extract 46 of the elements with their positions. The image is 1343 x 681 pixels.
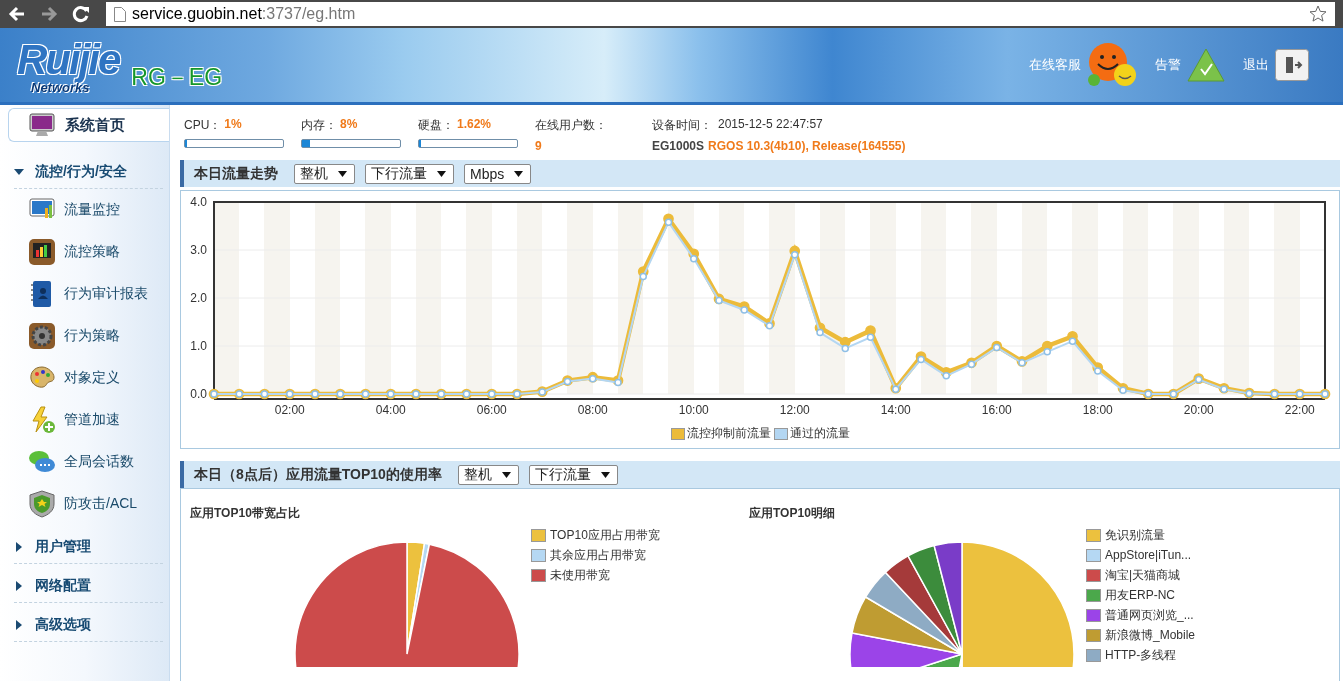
panel-title: 本日流量走势 <box>194 164 278 183</box>
legend-label: HTTP-多线程 <box>1105 646 1177 664</box>
firmware-version: RGOS 10.3(4b10), Release(164555) <box>708 139 906 153</box>
legend-label: 未使用带宽 <box>550 566 610 584</box>
logo-wordmark: Ruijie <box>17 35 120 83</box>
axis-label: 2.0 <box>190 291 207 305</box>
meter-value: 8% <box>340 117 358 133</box>
legend-label: 通过的流量 <box>789 425 850 442</box>
panel-title: 本日（8点后）应用流量TOP10的使用率 <box>194 465 442 484</box>
axis-label: 04:00 <box>375 403 406 417</box>
legend-label: 淘宝|天猫商城 <box>1105 566 1181 584</box>
axis-label: 22:00 <box>1284 403 1315 417</box>
device-model: EG1000S <box>652 139 705 153</box>
axis-label: 06:00 <box>476 403 507 417</box>
axis-label: 08:00 <box>577 403 608 417</box>
legend-label: 普通网页浏览_... <box>1105 606 1194 624</box>
chart-title: 应用TOP10带宽占比 <box>190 505 301 522</box>
legend-label: TOP10应用占用带宽 <box>550 526 660 544</box>
legend-label: 新浪微博_Mobile <box>1105 626 1196 644</box>
axis-label: 3.0 <box>190 243 207 257</box>
axis-label: 14:00 <box>880 403 911 417</box>
legend-label: 免识别流量 <box>1105 526 1165 544</box>
device-time-label: 设备时间： <box>652 117 712 134</box>
chart-title: 应用TOP10明细 <box>749 505 836 522</box>
device-time: 2015-12-5 22:47:57 <box>718 117 823 133</box>
legend-label: 其余应用占用带宽 <box>550 546 646 564</box>
axis-label: 18:00 <box>1082 403 1113 417</box>
axis-label: 10:00 <box>678 403 709 417</box>
axis-label: 1.0 <box>190 339 207 353</box>
legend-label: 用友ERP-NC <box>1105 586 1175 604</box>
meter-label: 内存： <box>301 117 337 134</box>
legend-label: 流控抑制前流量 <box>686 425 771 442</box>
axis-label: 4.0 <box>190 195 207 209</box>
online-users-label: 在线用户数： <box>535 117 608 134</box>
axis-label: 16:00 <box>981 403 1012 417</box>
meter-value: 1% <box>224 117 242 133</box>
product-name: RG－EG <box>131 62 223 92</box>
online-users-value: 9 <box>535 139 543 153</box>
axis-label: 20:00 <box>1183 403 1214 417</box>
meter-label: CPU： <box>184 117 222 134</box>
axis-label: 02:00 <box>274 403 305 417</box>
meter-value: 1.62% <box>457 117 492 133</box>
axis-label: 12:00 <box>779 403 810 417</box>
axis-label: 0.0 <box>190 387 207 401</box>
legend-label: AppStore|iTun... <box>1105 548 1192 562</box>
meter-label: 硬盘： <box>418 117 454 134</box>
